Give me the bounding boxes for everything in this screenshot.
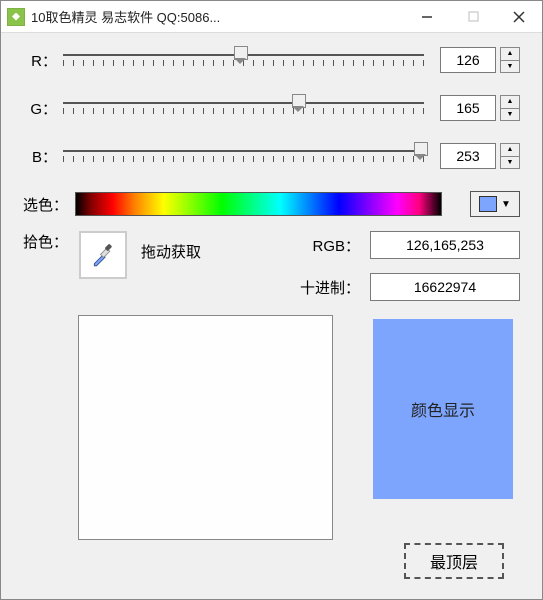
r-label: R：: [23, 50, 63, 71]
value-grid: RGB： 126,165,253 十进制： 16622974: [290, 231, 520, 301]
g-label: G：: [23, 98, 63, 119]
window-controls: [404, 1, 542, 32]
b-label: B：: [23, 146, 63, 167]
window-title: 10取色精灵 易志软件 QQ:5086...: [31, 7, 404, 26]
pick-left: 拖动获取: [75, 231, 201, 279]
client-area: R： 126 ▲ ▼ G： 165 ▲ ▼: [1, 33, 542, 599]
pick-row: 拾色： 拖动获取 RGB： 126,165,253 十进制： 16622974: [23, 231, 520, 301]
b-value-input[interactable]: 253: [440, 143, 496, 169]
close-button[interactable]: [496, 1, 542, 32]
app-window: 10取色精灵 易志软件 QQ:5086... R： 126 ▲: [0, 0, 543, 600]
color-display-panel: 颜色显示: [373, 319, 513, 499]
g-row: G： 165 ▲ ▼: [23, 95, 520, 121]
pick-label: 拾色：: [23, 231, 75, 252]
topmost-button[interactable]: 最顶层: [404, 543, 504, 579]
r-spinner: ▲ ▼: [500, 47, 520, 73]
r-value-input[interactable]: 126: [440, 47, 496, 73]
preview-canvas[interactable]: [78, 315, 333, 540]
g-value-input[interactable]: 165: [440, 95, 496, 121]
r-spin-up[interactable]: ▲: [501, 48, 519, 61]
b-slider-thumb[interactable]: [414, 142, 426, 160]
r-slider[interactable]: [63, 48, 424, 72]
dec-value-label: 十进制：: [290, 277, 370, 298]
color-swatch-icon: [479, 196, 497, 212]
r-slider-thumb[interactable]: [234, 46, 246, 64]
dec-value-box[interactable]: 16622974: [370, 273, 520, 301]
eyedropper-button[interactable]: [79, 231, 127, 279]
pick-drag-hint: 拖动获取: [141, 231, 201, 262]
maximize-button[interactable]: [450, 1, 496, 32]
r-row: R： 126 ▲ ▼: [23, 47, 520, 73]
b-spinner: ▲ ▼: [500, 143, 520, 169]
chevron-down-icon: ▼: [501, 199, 511, 210]
g-spin-up[interactable]: ▲: [501, 96, 519, 109]
b-spin-down[interactable]: ▼: [501, 157, 519, 169]
hue-strip[interactable]: [75, 192, 442, 216]
b-row: B： 253 ▲ ▼: [23, 143, 520, 169]
select-color-row: 选色： ▼: [23, 191, 520, 217]
b-slider[interactable]: [63, 144, 424, 168]
app-icon: [7, 8, 25, 26]
color-display-label: 颜色显示: [411, 397, 475, 421]
b-spin-up[interactable]: ▲: [501, 144, 519, 157]
g-slider-thumb[interactable]: [292, 94, 304, 112]
r-spin-down[interactable]: ▼: [501, 61, 519, 73]
rgb-value-label: RGB：: [290, 235, 370, 256]
rgb-value-box[interactable]: 126,165,253: [370, 231, 520, 259]
minimize-button[interactable]: [404, 1, 450, 32]
titlebar: 10取色精灵 易志软件 QQ:5086...: [1, 1, 542, 33]
topmost-label: 最顶层: [430, 549, 478, 573]
select-color-label: 选色：: [23, 194, 75, 215]
eyedropper-icon: [90, 242, 116, 268]
lower-area: 颜色显示: [23, 315, 520, 540]
g-spinner: ▲ ▼: [500, 95, 520, 121]
color-dropdown-button[interactable]: ▼: [470, 191, 520, 217]
g-slider[interactable]: [63, 96, 424, 120]
g-spin-down[interactable]: ▼: [501, 109, 519, 121]
